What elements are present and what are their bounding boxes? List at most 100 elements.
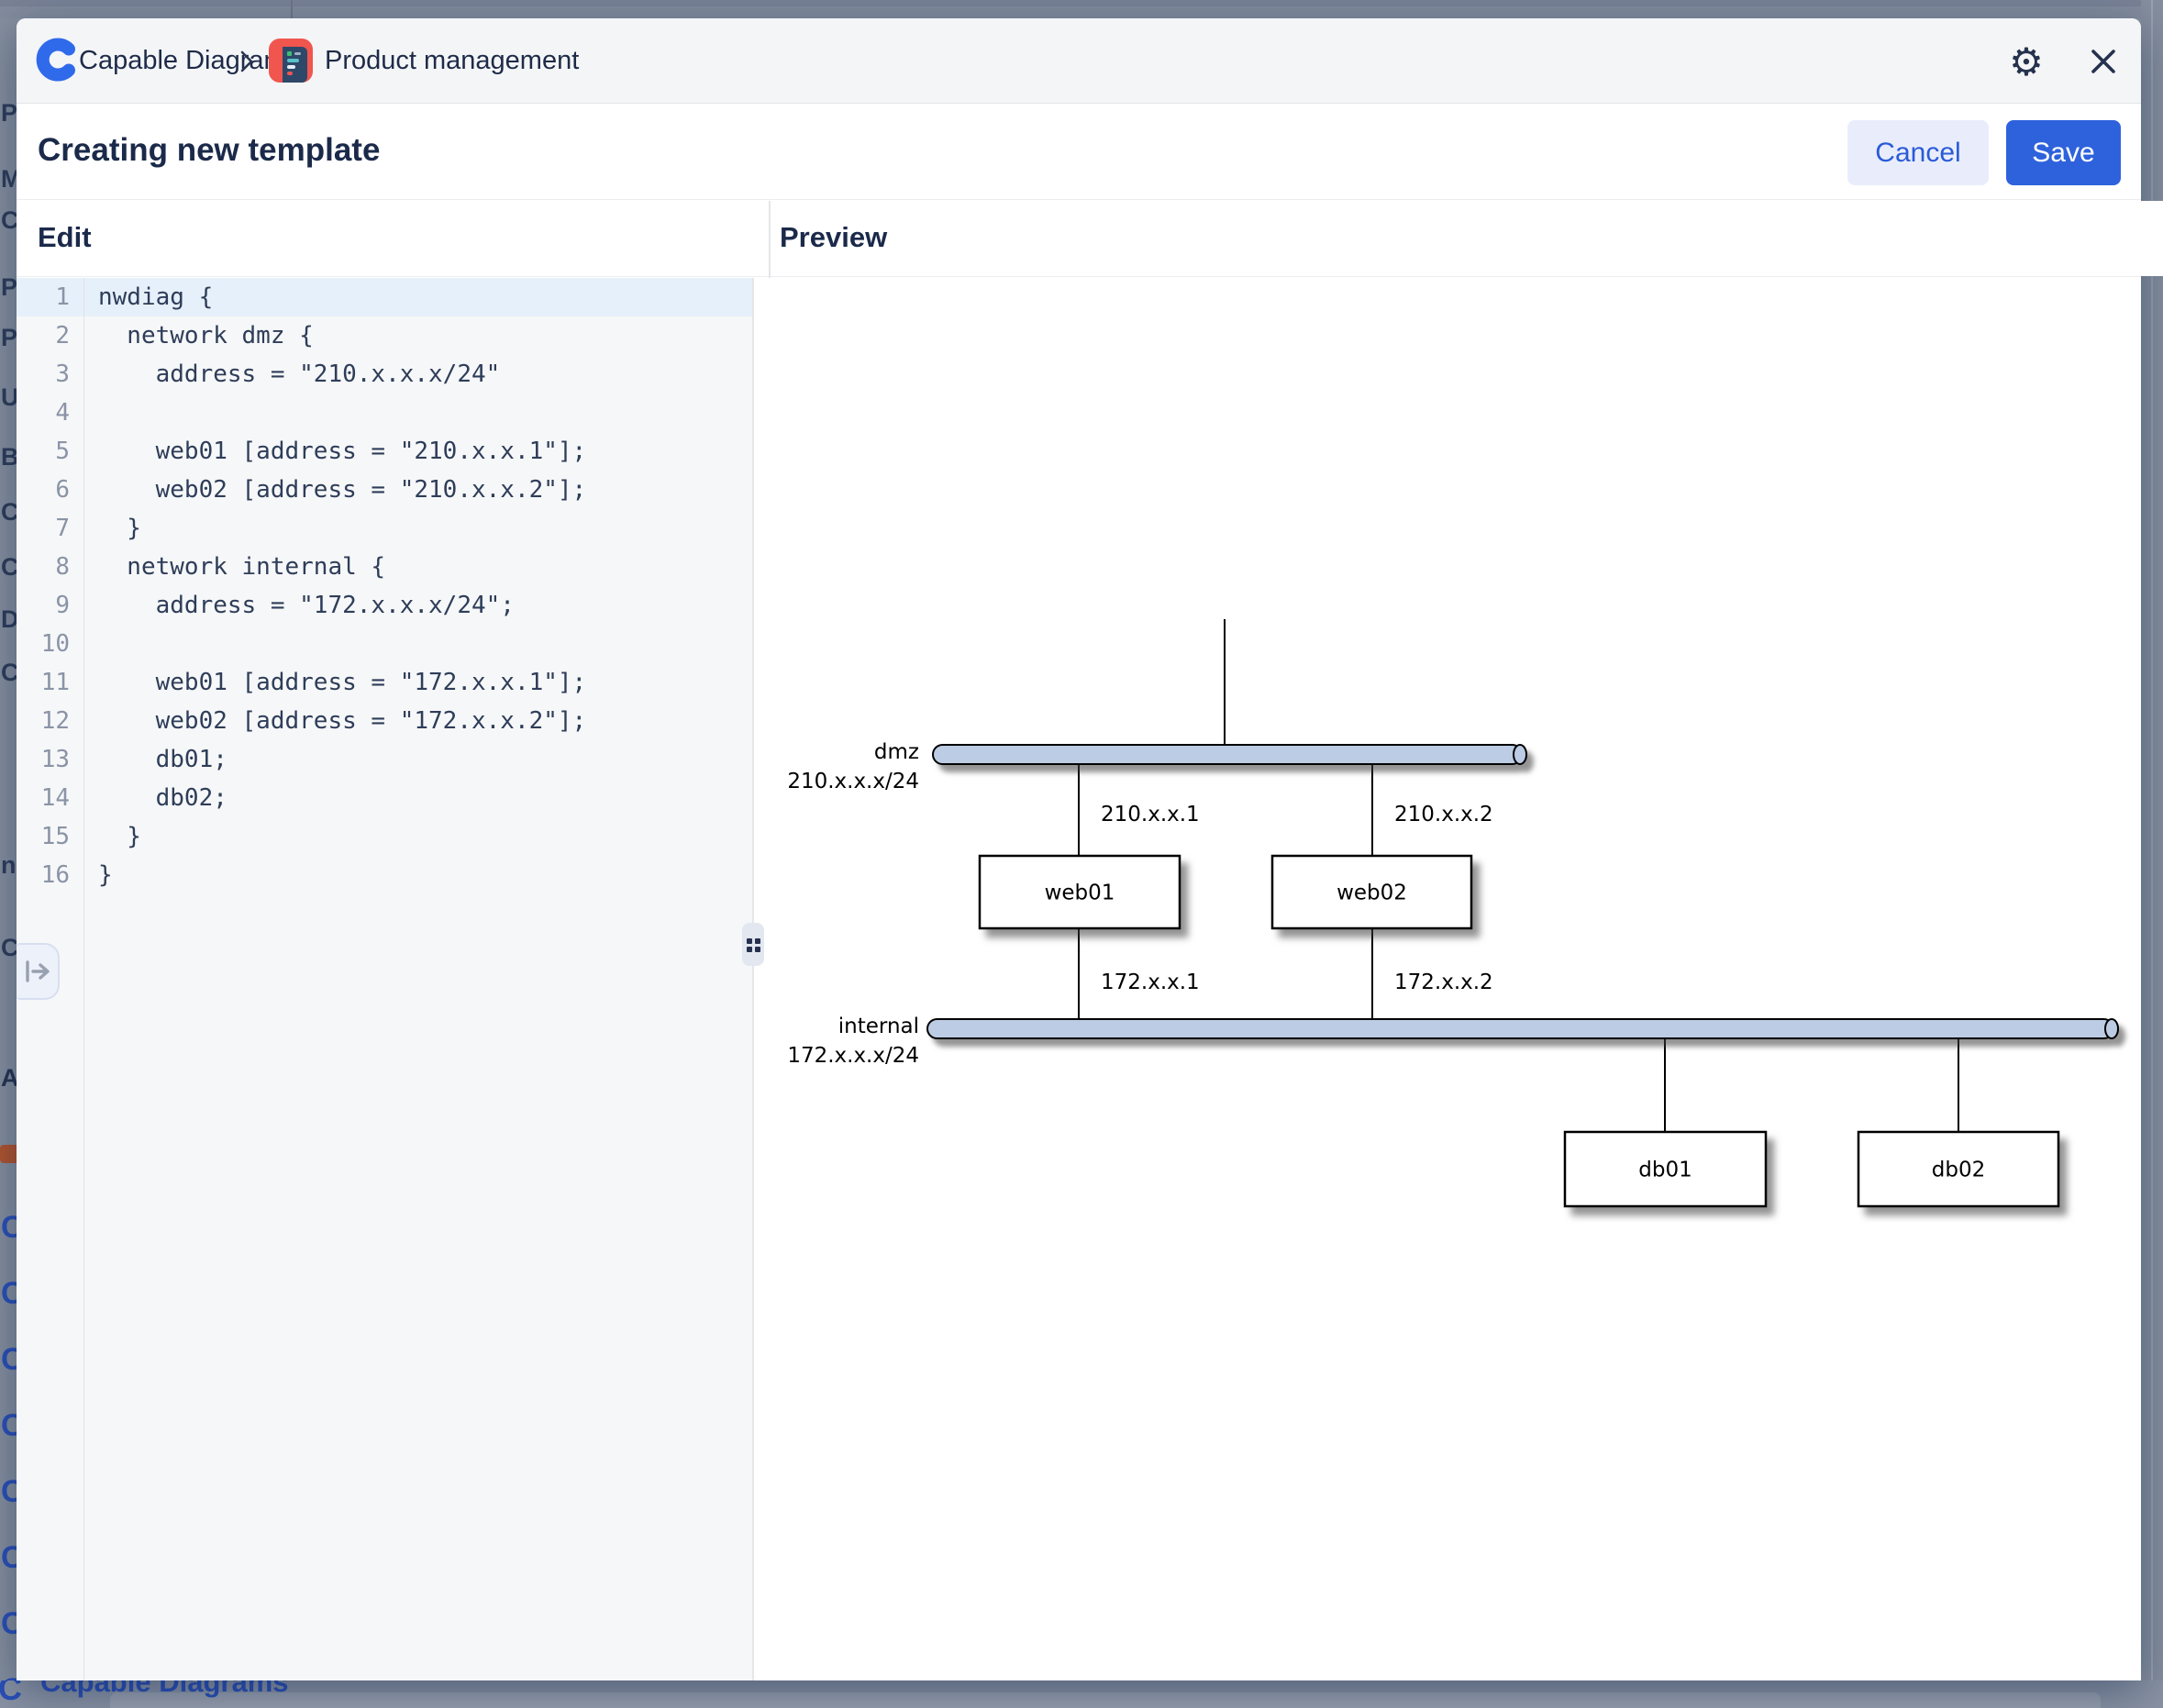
- code-line[interactable]: 13 db01;: [17, 740, 752, 779]
- settings-gear-icon[interactable]: ⚙: [2005, 40, 2047, 83]
- drag-dots-icon: [747, 938, 760, 951]
- dialog-title: Creating new template: [38, 105, 380, 200]
- line-number: 6: [17, 471, 84, 509]
- underlying-list-logo: C: [1, 1342, 17, 1378]
- code-text: nwdiag {: [84, 278, 213, 316]
- node-label: db02: [1932, 1159, 1985, 1182]
- line-number: 9: [17, 586, 84, 625]
- open-panel-arrow-icon: [24, 959, 51, 983]
- underlying-list-logo: C: [1, 1672, 17, 1680]
- network-address-label: 210.x.x.x/24: [787, 770, 919, 793]
- code-line[interactable]: 10: [17, 625, 752, 663]
- underlying-brand-logo: C: [0, 1680, 22, 1708]
- underlying-text-fragment: Ca: [1, 553, 17, 582]
- code-line[interactable]: 16}: [17, 856, 752, 894]
- dialog-titlebar: Creating new template Cancel Save: [17, 105, 2141, 200]
- code-text: address = "210.x.x.x/24": [84, 355, 500, 394]
- code-text: web02 [address = "172.x.x.2"];: [84, 702, 586, 740]
- code-line[interactable]: 8 network internal {: [17, 548, 752, 586]
- network-name-label: internal: [838, 1015, 919, 1038]
- underlying-text-fragment: Pr: [1, 324, 17, 352]
- panel-headers: Edit Preview: [17, 201, 2141, 277]
- underlying-list-logo: C: [1, 1408, 17, 1444]
- breadcrumb-chevron-icon: [238, 50, 255, 73]
- network-address-label: 172.x.x.x/24: [787, 1044, 919, 1068]
- node-label: web01: [1045, 882, 1115, 905]
- underlying-text-fragment: Dr: [1, 605, 17, 634]
- code-text: web02 [address = "210.x.x.2"];: [84, 471, 586, 509]
- underlying-page-left-strip: PrMClPrPrUlByCaCaDrClniCrAPCCCCCCCC: [0, 18, 17, 1680]
- underlying-list-logo: C: [1, 1474, 17, 1510]
- nwdiag-preview-diagram: 210.x.x.1210.x.x.2172.x.x.1172.x.x.2dmz2…: [754, 278, 2141, 1680]
- code-text: network dmz {: [84, 316, 314, 355]
- code-line[interactable]: 6 web02 [address = "210.x.x.2"];: [17, 471, 752, 509]
- line-number: 12: [17, 702, 84, 740]
- edit-panel-label: Edit: [38, 201, 92, 277]
- code-line[interactable]: 4: [17, 394, 752, 432]
- code-line[interactable]: 9 address = "172.x.x.x/24";: [17, 586, 752, 625]
- cancel-button[interactable]: Cancel: [1847, 120, 1989, 185]
- underlying-orange-icon: [0, 1145, 17, 1163]
- code-line[interactable]: 7 }: [17, 509, 752, 548]
- breadcrumb-app-name[interactable]: Capable Diagrams: [79, 18, 299, 104]
- underlying-topbar-shade: [0, 0, 2163, 6]
- code-line[interactable]: 15 }: [17, 817, 752, 856]
- breadcrumb-page-name[interactable]: Product management: [325, 18, 579, 104]
- close-icon[interactable]: [2082, 40, 2124, 83]
- underlying-list-logo: C: [1, 1540, 17, 1576]
- code-text: address = "172.x.x.x/24";: [84, 586, 515, 625]
- splitter-drag-handle[interactable]: [742, 923, 764, 966]
- code-line[interactable]: 1nwdiag {: [17, 278, 752, 316]
- code-line[interactable]: 14 db02;: [17, 779, 752, 817]
- code-text: }: [84, 817, 141, 856]
- dialog-header: Capable Diagrams Product management ⚙: [17, 18, 2141, 104]
- underlying-text-fragment: AP: [1, 1064, 17, 1092]
- interface-address-label: 172.x.x.2: [1394, 970, 1493, 994]
- dialog-body: 1nwdiag {2 network dmz {3 address = "210…: [17, 278, 2141, 1680]
- save-button[interactable]: Save: [2006, 120, 2121, 185]
- interface-address-label: 210.x.x.1: [1101, 803, 1200, 826]
- code-text: db02;: [84, 779, 227, 817]
- underlying-list-logo: C: [1, 1606, 17, 1642]
- code-editor[interactable]: 1nwdiag {2 network dmz {3 address = "210…: [17, 278, 752, 1680]
- interface-address-label: 210.x.x.2: [1394, 803, 1493, 826]
- code-text: web01 [address = "210.x.x.1"];: [84, 432, 586, 471]
- panel-divider-header-segment: [769, 201, 771, 278]
- underlying-text-fragment: Cl: [1, 206, 17, 235]
- network-name-label: dmz: [874, 740, 919, 764]
- underlying-brand-text: Capable Diagrams: [40, 1680, 289, 1699]
- underlying-text-fragment: M: [1, 165, 17, 194]
- underlying-page-topbar: [0, 0, 2163, 18]
- code-line[interactable]: 5 web01 [address = "210.x.x.1"];: [17, 432, 752, 471]
- product-management-icon: [269, 39, 313, 83]
- line-number: 2: [17, 316, 84, 355]
- line-number: 15: [17, 817, 84, 856]
- code-text: }: [84, 509, 141, 548]
- code-line[interactable]: 3 address = "210.x.x.x/24": [17, 355, 752, 394]
- underlying-text-fragment: Ca: [1, 498, 17, 527]
- node-label: web02: [1337, 882, 1407, 905]
- network-bar-dmz: [933, 745, 1526, 764]
- underlying-list-logo: C: [1, 1210, 17, 1246]
- template-editor-dialog: Capable Diagrams Product management ⚙ Cr…: [17, 18, 2141, 1680]
- underlying-text-fragment: Pr: [1, 99, 17, 128]
- line-number: 8: [17, 548, 84, 586]
- code-line[interactable]: 2 network dmz {: [17, 316, 752, 355]
- line-number: 11: [17, 663, 84, 702]
- code-line[interactable]: 11 web01 [address = "172.x.x.1"];: [17, 663, 752, 702]
- code-line[interactable]: 12 web02 [address = "172.x.x.2"];: [17, 702, 752, 740]
- page-root: { "breadcrumb": { "app": "Capable Diagra…: [0, 0, 2163, 1708]
- underlying-text-fragment: Pr: [1, 273, 17, 302]
- expand-panel-button[interactable]: [17, 943, 60, 1000]
- line-number: 7: [17, 509, 84, 548]
- line-number: 4: [17, 394, 84, 432]
- node-label: db01: [1638, 1159, 1692, 1182]
- underlying-text-fragment: Cr: [1, 934, 17, 962]
- code-text: [84, 394, 98, 432]
- line-number: 5: [17, 432, 84, 471]
- line-number: 16: [17, 856, 84, 894]
- line-number: 3: [17, 355, 84, 394]
- preview-panel: 210.x.x.1210.x.x.2172.x.x.1172.x.x.2dmz2…: [754, 278, 2141, 1680]
- underlying-topbar-divider: [291, 0, 293, 18]
- underlying-text-fragment: ni: [1, 851, 17, 880]
